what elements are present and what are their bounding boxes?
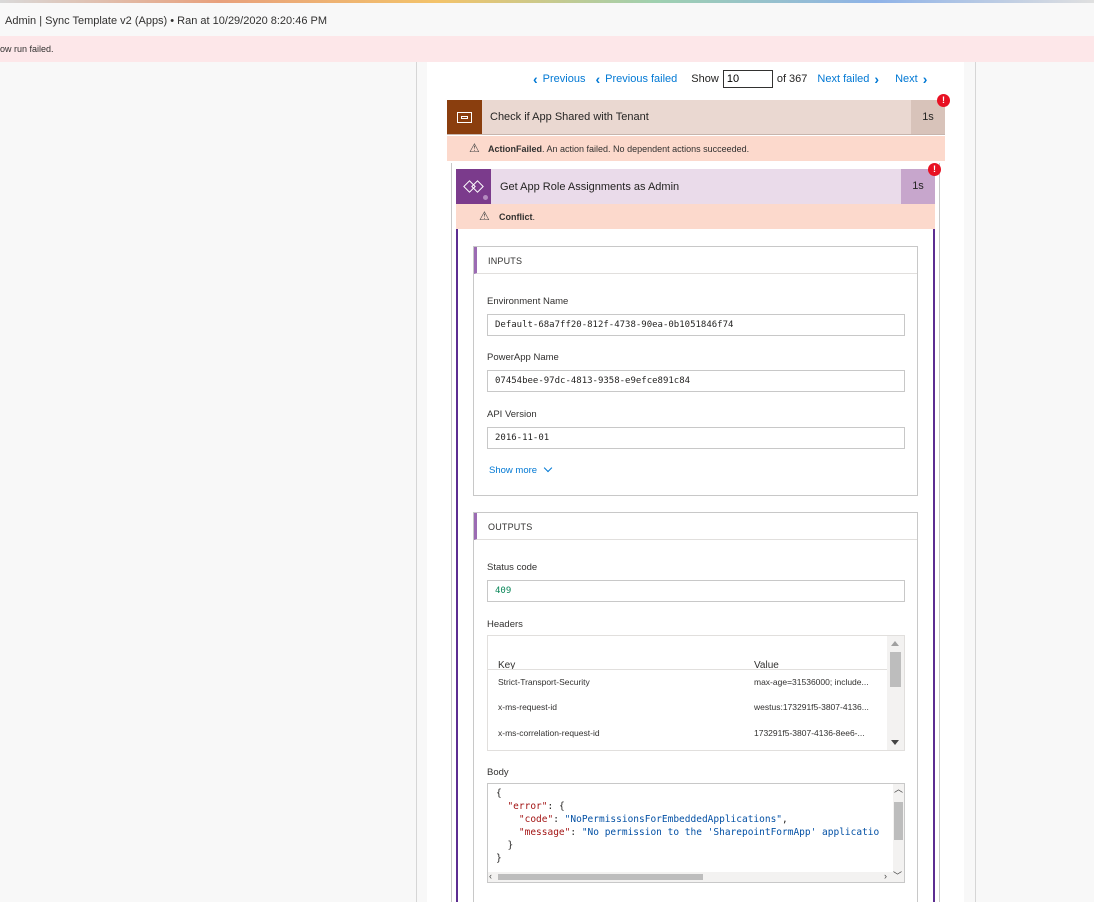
header-value: 173291f5-3807-4136-8ee6-... <box>754 728 865 738</box>
chevron-left-icon[interactable]: ‹ <box>489 872 492 881</box>
environment-name-field[interactable]: Default-68a7ff20-812f-4738-90ea-0b105184… <box>487 314 905 336</box>
field-label: Environment Name <box>487 296 569 307</box>
field-label: Status code <box>487 562 538 573</box>
previous-link[interactable]: ‹ Previous <box>533 72 585 86</box>
outputs-title: OUTPUTS <box>488 522 533 532</box>
show-label: Show <box>691 73 719 85</box>
next-link[interactable]: Next › <box>895 72 927 86</box>
header-key: Strict-Transport-Security <box>498 677 590 687</box>
error-badge-icon: ! <box>928 163 941 176</box>
scroll-up-icon[interactable] <box>891 641 899 646</box>
header-value: max-age=31536000; include... <box>754 677 869 687</box>
warning-icon: ⚠ <box>479 209 490 223</box>
action-card-get-app-role-assignments[interactable]: Get App Role Assignments as Admin 1s <box>456 169 935 204</box>
scroll-thumb[interactable] <box>498 874 703 880</box>
headers-scrollbar[interactable] <box>887 636 904 750</box>
field-label: Body <box>487 767 509 778</box>
failure-banner: ow run failed. <box>0 36 1094 62</box>
error-text: . <box>532 212 536 222</box>
previous-failed-link[interactable]: ‹ Previous failed <box>595 72 677 86</box>
header-key: x-ms-request-id <box>498 702 558 712</box>
body-vertical-scrollbar[interactable]: ︿ <box>893 784 904 872</box>
action-title: Check if App Shared with Tenant <box>490 111 649 123</box>
show-more-link[interactable]: Show more <box>489 463 553 476</box>
action-error-message: ⚠ ActionFailed. An action failed. No dep… <box>447 136 945 161</box>
run-title: Admin | Sync Template v2 (Apps) • Ran at… <box>5 15 328 27</box>
inputs-header: INPUTS <box>474 247 917 274</box>
action-error-message: ⚠ Conflict. <box>456 204 935 229</box>
chevron-left-icon: ‹ <box>533 71 538 87</box>
body-json: { "error": { "code": "NoPermissionsForEm… <box>496 788 880 864</box>
chevron-up-icon[interactable]: ︿ <box>894 785 903 794</box>
field-label: PowerApp Name <box>487 352 559 363</box>
error-text: . An action failed. No dependent actions… <box>542 144 750 154</box>
previous-label: Previous <box>542 73 586 85</box>
scroll-down-icon[interactable] <box>891 740 899 745</box>
headers-table[interactable]: Key Value Strict-Transport-Security max-… <box>487 635 905 751</box>
scope-icon <box>447 100 482 134</box>
scroll-thumb[interactable] <box>894 802 903 840</box>
outputs-section: OUTPUTS Status code 409 Headers Key Valu… <box>473 512 918 902</box>
error-badge-icon: ! <box>937 94 950 107</box>
chevron-right-icon: › <box>922 71 928 87</box>
body-horizontal-scrollbar[interactable]: ‹ › ﹀ <box>488 872 904 882</box>
powerapps-admin-icon <box>456 169 491 204</box>
error-code: Conflict <box>499 212 533 222</box>
previous-failed-label: Previous failed <box>605 73 678 85</box>
field-label: Headers <box>487 619 523 630</box>
action-title: Get App Role Assignments as Admin <box>500 181 680 193</box>
run-pager: ‹ Previous ‹ Previous failed Show of 367… <box>533 68 927 90</box>
powerapp-name-field[interactable]: 07454bee-97dc-4813-9358-e9efce891c84 <box>487 370 905 392</box>
chevron-left-icon: ‹ <box>595 71 601 87</box>
header-key: x-ms-correlation-request-id <box>498 728 600 738</box>
outputs-header: OUTPUTS <box>474 513 917 540</box>
chevron-down-icon <box>543 463 553 473</box>
field-label: API Version <box>487 409 537 420</box>
error-code: ActionFailed <box>488 144 543 154</box>
chevron-right-icon: › <box>874 71 880 87</box>
next-label: Next <box>895 73 918 85</box>
show-more-label: Show more <box>489 465 538 476</box>
divider-right <box>975 62 976 902</box>
inputs-section: INPUTS Environment Name Default-68a7ff20… <box>473 246 918 496</box>
chevron-down-icon[interactable]: ﹀ <box>893 872 902 881</box>
action-card-check-app-shared[interactable]: Check if App Shared with Tenant 1s <box>447 100 945 135</box>
title-bar: Admin | Sync Template v2 (Apps) • Ran at… <box>0 3 1094 36</box>
body-code-viewer[interactable]: { "error": { "code": "NoPermissionsForEm… <box>487 783 905 883</box>
scroll-thumb[interactable] <box>890 652 901 687</box>
api-version-field[interactable]: 2016-11-01 <box>487 427 905 449</box>
warning-icon: ⚠ <box>469 141 480 155</box>
show-count-input[interactable] <box>722 70 773 88</box>
inputs-title: INPUTS <box>488 256 523 266</box>
status-code-field[interactable]: 409 <box>487 580 905 602</box>
header-value: westus:173291f5-3807-4136... <box>754 702 869 712</box>
next-failed-link[interactable]: Next failed › <box>817 72 879 86</box>
next-failed-label: Next failed <box>817 73 870 85</box>
run-count: of 367 <box>776 73 808 85</box>
chevron-right-icon[interactable]: › <box>884 872 887 881</box>
divider-left <box>416 62 417 902</box>
failure-text: ow run failed. <box>0 44 54 54</box>
